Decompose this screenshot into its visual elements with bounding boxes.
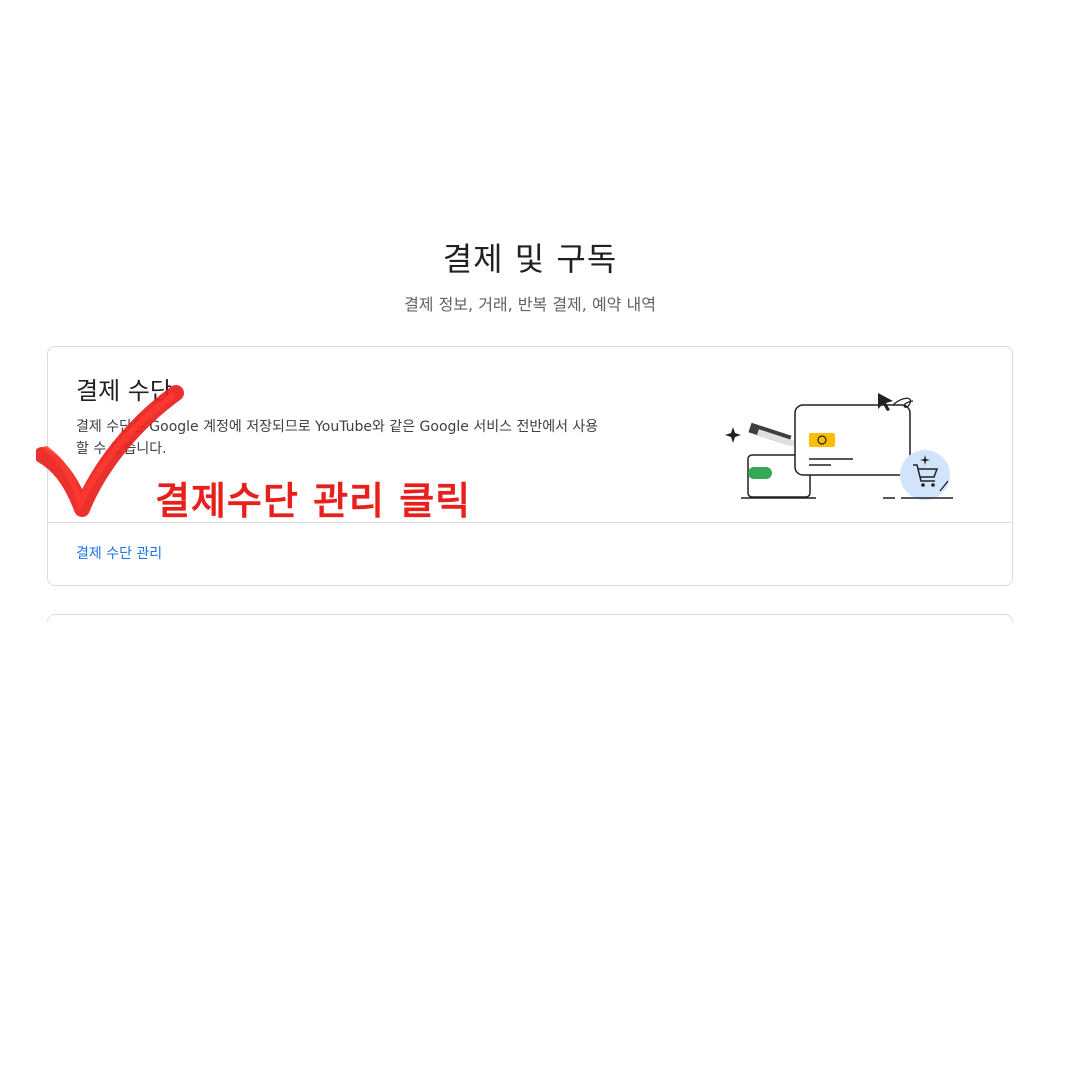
card-description: 결제 수단은 Google 계정에 저장되므로 YouTube와 같은 Goog…	[76, 419, 599, 457]
page-subtitle: 결제 정보, 거래, 반복 결제, 예약 내역	[404, 295, 656, 314]
next-card-top-edge	[47, 614, 1013, 622]
card-title: 결제 수단	[76, 377, 172, 405]
payment-illustration-icon	[725, 393, 953, 500]
manage-payment-methods-link[interactable]: 결제 수단 관리	[76, 543, 162, 563]
annotation-text: 결제수단 관리 클릭	[155, 479, 472, 523]
payment-methods-card: 결제 수단 결제 수단은 Google 계정에 저장되므로 YouTube와 같…	[47, 346, 1013, 586]
payments-page: 결제 및 구독 결제 정보, 거래, 반복 결제, 예약 내역 결제 수단 결제…	[0, 0, 1080, 1080]
page-title: 결제 및 구독	[442, 240, 618, 278]
